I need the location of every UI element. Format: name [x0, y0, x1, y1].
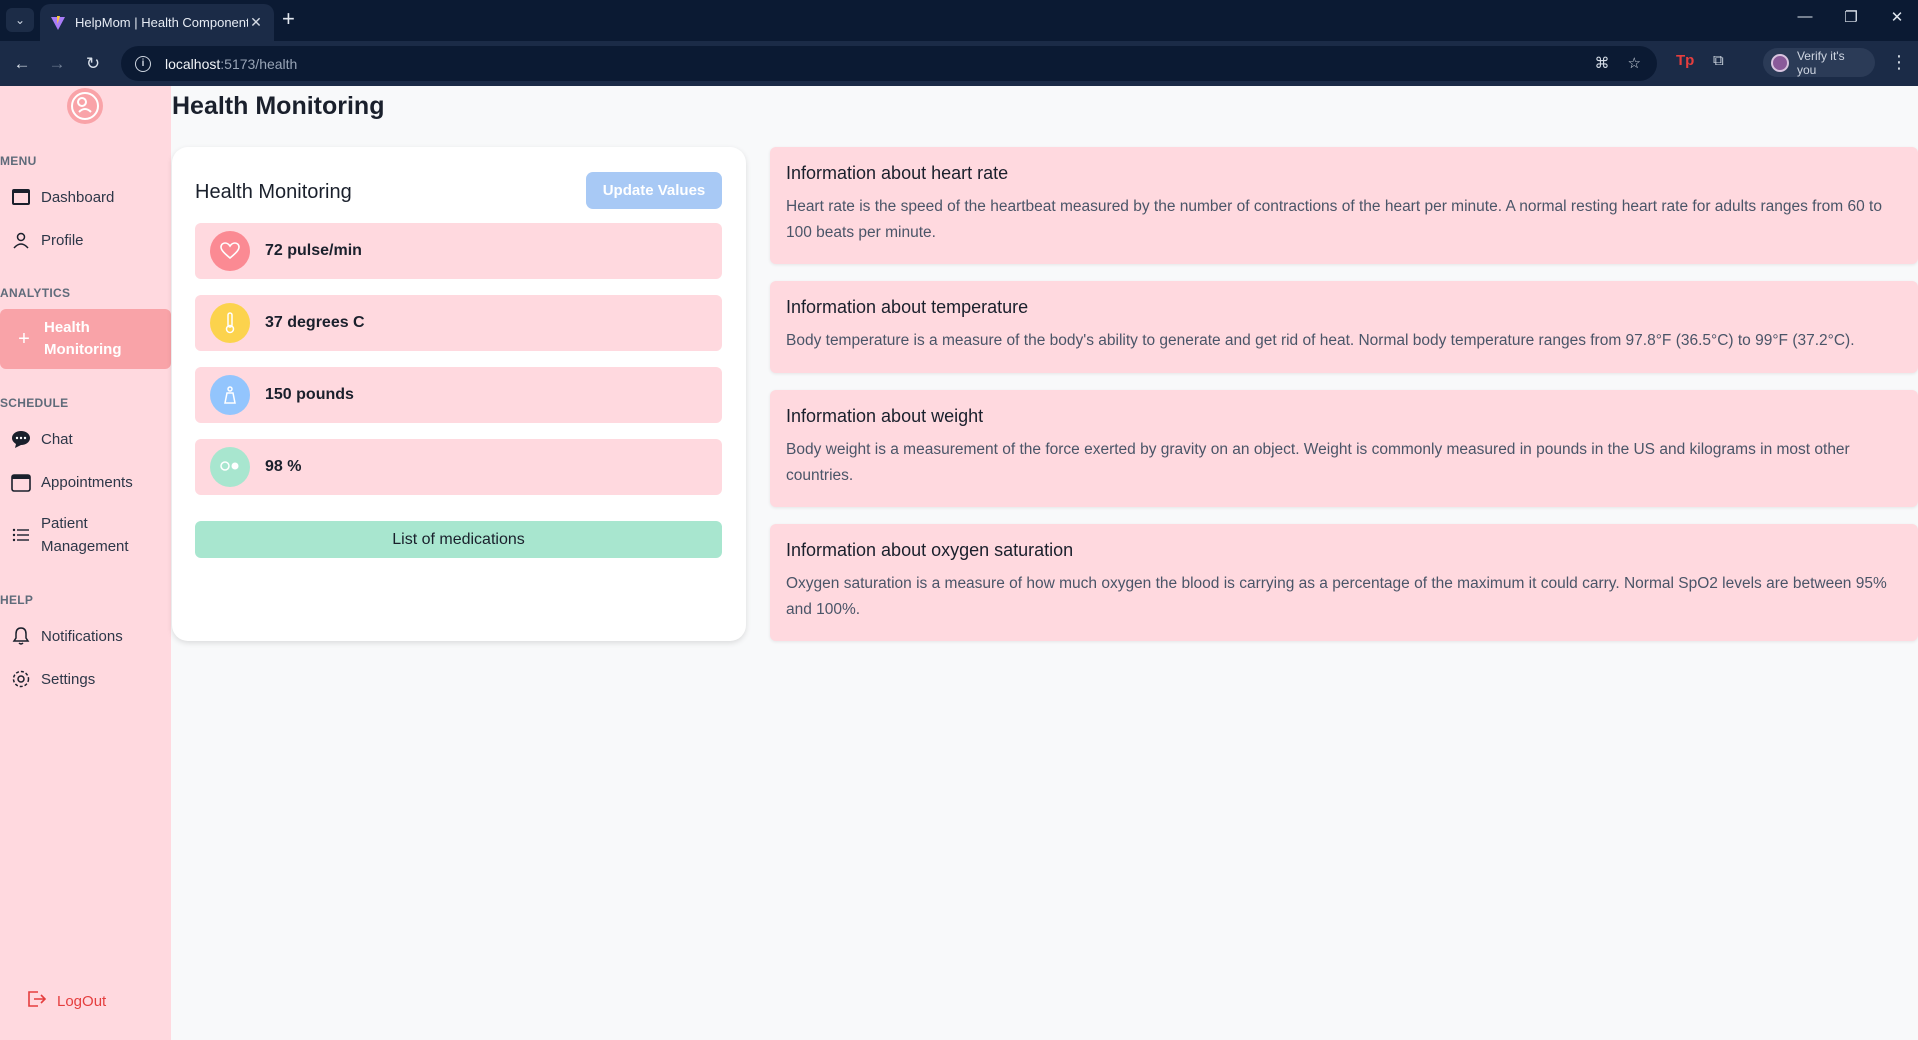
- info-card-heart-rate: Information about heart rate Heart rate …: [770, 147, 1918, 264]
- health-line-1: Health: [44, 319, 90, 336]
- metric-heart-rate: 72 pulse/min: [195, 223, 722, 279]
- app-root: MENU Dashboard Profile ANALYTICS + Healt…: [0, 86, 1918, 1040]
- tab-title: HelpMom | Health Component: [75, 15, 248, 30]
- heart-icon: [210, 231, 250, 271]
- info-text: Oxygen saturation is a measure of how mu…: [786, 575, 1887, 618]
- patient-line-2: Management: [41, 538, 129, 555]
- sidebar-item-label: Health Monitoring: [44, 317, 121, 361]
- sidebar-item-label: Notifications: [41, 627, 123, 645]
- profile-avatar: [1771, 53, 1789, 72]
- sidebar-item-health-monitoring[interactable]: + Health Monitoring: [0, 309, 171, 369]
- sidebar-item-label: Settings: [41, 670, 96, 688]
- back-icon[interactable]: ←: [10, 52, 34, 76]
- tab-close-icon[interactable]: ✕: [248, 14, 264, 31]
- info-title: Information about heart rate: [786, 163, 1009, 183]
- sidebar-item-label: Appointments: [41, 473, 133, 491]
- metric-value: 98 %: [265, 458, 302, 475]
- section-menu: MENU: [0, 154, 37, 168]
- info-text: Body temperature is a measure of the bod…: [786, 332, 1855, 349]
- tab-search-button[interactable]: ⌄: [6, 8, 34, 32]
- sidebar-item-chat[interactable]: Chat: [10, 428, 73, 450]
- bell-icon: [10, 625, 32, 647]
- page-title: Health Monitoring: [172, 92, 385, 120]
- gear-icon: [10, 668, 32, 690]
- extension-tp-icon[interactable]: Tp: [1676, 52, 1694, 69]
- metric-weight: 150 pounds: [195, 367, 722, 423]
- new-tab-button[interactable]: +: [282, 7, 295, 31]
- minimize-button[interactable]: —: [1790, 8, 1820, 25]
- logout-icon: [27, 990, 47, 1012]
- health-line-2: Monitoring: [44, 341, 122, 358]
- close-window-button[interactable]: ✕: [1882, 8, 1912, 26]
- list-of-medications-button[interactable]: List of medications: [195, 521, 722, 558]
- sidebar-item-settings[interactable]: Settings: [10, 668, 95, 690]
- info-text: Heart rate is the speed of the heartbeat…: [786, 198, 1882, 241]
- sidebar-item-label: Chat: [41, 430, 73, 448]
- forward-icon[interactable]: →: [45, 52, 69, 76]
- url-host: localhost: [165, 55, 221, 72]
- url-path: :5173/health: [220, 55, 298, 72]
- sidebar-item-patient-management[interactable]: Patient Management: [10, 512, 129, 558]
- list-icon: [10, 524, 32, 546]
- metric-temperature: 37 degrees C: [195, 295, 722, 351]
- update-values-button[interactable]: Update Values: [586, 172, 722, 209]
- helpmom-logo-icon: [67, 88, 103, 124]
- info-card-oxygen-saturation: Information about oxygen saturation Oxyg…: [770, 524, 1918, 641]
- info-title: Information about weight: [786, 406, 984, 426]
- metric-value: 72 pulse/min: [265, 242, 362, 259]
- browser-menu-icon[interactable]: ⋮: [1890, 52, 1908, 73]
- browser-toolbar: ← → ↻ i localhost:5173/health ⌘ ☆: [0, 41, 1918, 86]
- metric-value: 150 pounds: [265, 386, 354, 403]
- thermometer-icon: [210, 303, 250, 343]
- site-info-icon[interactable]: i: [135, 55, 151, 72]
- sidebar-item-label: Dashboard: [41, 188, 115, 206]
- address-bar[interactable]: i localhost:5173/health ⌘ ☆: [121, 46, 1657, 81]
- extensions-puzzle-icon[interactable]: ⧉: [1713, 52, 1724, 69]
- sidebar-item-label: Profile: [41, 231, 84, 249]
- reload-icon[interactable]: ↻: [81, 52, 105, 76]
- sidebar: MENU Dashboard Profile ANALYTICS + Healt…: [0, 86, 171, 1040]
- sidebar-item-notifications[interactable]: Notifications: [10, 625, 123, 647]
- section-help: HELP: [0, 593, 34, 607]
- bookmark-star-icon[interactable]: ☆: [1628, 54, 1641, 72]
- user-icon: [10, 229, 32, 251]
- calendar-icon: [10, 471, 32, 493]
- weight-icon: [210, 375, 250, 415]
- health-monitoring-card: Health Monitoring Update Values 72 pulse…: [172, 147, 746, 641]
- dashboard-icon: [10, 186, 32, 208]
- logout-label: LogOut: [57, 992, 107, 1010]
- metric-value: 37 degrees C: [265, 314, 365, 331]
- logout-button[interactable]: LogOut: [27, 990, 106, 1012]
- card-title: Health Monitoring: [195, 181, 352, 203]
- section-analytics: ANALYTICS: [0, 286, 71, 300]
- verify-label: Verify it's you: [1796, 48, 1845, 77]
- sidebar-item-profile[interactable]: Profile: [10, 229, 84, 251]
- oxygen-icon: [210, 447, 250, 487]
- metric-oxygen: 98 %: [195, 439, 722, 495]
- translate-icon[interactable]: ⌘: [1595, 54, 1610, 72]
- plus-icon: +: [18, 327, 30, 350]
- section-schedule: SCHEDULE: [0, 396, 69, 410]
- restore-button[interactable]: ❐: [1836, 8, 1866, 26]
- info-card-temperature: Information about temperature Body tempe…: [770, 281, 1918, 373]
- sidebar-item-dashboard[interactable]: Dashboard: [10, 186, 114, 208]
- vite-favicon-icon: [51, 15, 65, 30]
- info-card-weight: Information about weight Body weight is …: [770, 390, 1918, 507]
- browser-tab[interactable]: HelpMom | Health Component ✕: [40, 4, 274, 41]
- chat-bubble-icon: [10, 428, 32, 450]
- sidebar-item-label: Patient Management: [41, 512, 129, 558]
- info-title: Information about oxygen saturation: [786, 540, 1074, 560]
- profile-verify-button[interactable]: Verify it's you: [1763, 48, 1875, 77]
- info-text: Body weight is a measurement of the forc…: [786, 441, 1850, 484]
- browser-tabstrip: ⌄ HelpMom | Health Component ✕ + — ❐ ✕: [0, 0, 1918, 41]
- patient-line-1: Patient: [41, 515, 88, 532]
- info-title: Information about temperature: [786, 297, 1029, 317]
- sidebar-item-appointments[interactable]: Appointments: [10, 471, 133, 493]
